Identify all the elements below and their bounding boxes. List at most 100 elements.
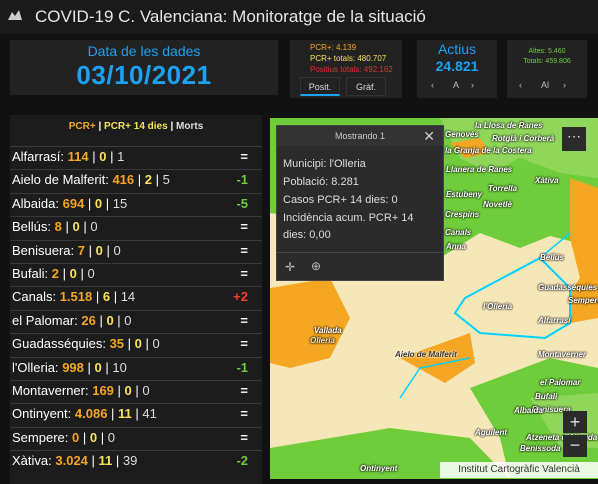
list-item[interactable]: Aielo de Malferit: 416 | 2 | 5 -1 (10, 169, 262, 189)
list-item-text: Canals: 1.518 | 6 | 14 (12, 287, 135, 307)
list-item-text: Bellús: 8 | 0 | 0 (12, 217, 98, 237)
pcr14-value: 0 (89, 429, 98, 445)
zoom-out-button[interactable]: − (563, 435, 587, 457)
app-header: COVID-19 C. Valenciana: Monitoratge de l… (0, 0, 598, 34)
zoom-to-icon[interactable]: ⊕ (311, 259, 321, 273)
tab-positius[interactable]: Posit. (300, 77, 340, 96)
list-item[interactable]: Alfarrasí: 114 | 0 | 1 = (10, 146, 262, 166)
trend-indicator: +2 (233, 289, 248, 305)
separator: | (61, 219, 73, 235)
pcr14-value: 0 (94, 359, 102, 375)
municipality-name: el Palomar: (12, 312, 78, 328)
list-item[interactable]: Xàtiva: 3.024 | 11 | 39 -2 (10, 450, 262, 470)
list-item-text: Ontinyent: 4.086 | 11 | 41 (12, 404, 157, 424)
header-sep: | (95, 121, 105, 132)
list-item[interactable]: Sempere: 0 | 0 | 0 = (10, 426, 262, 448)
pcr-value: 169 (92, 383, 114, 398)
pcr-value: 2 (51, 266, 59, 281)
actius-panel: Actius 24.821 ‹ A › (417, 40, 497, 98)
pcr-value: 694 (62, 195, 85, 211)
morts-value: 39 (122, 453, 138, 469)
list-item[interactable]: Bellús: 8 | 0 | 0 = (10, 216, 262, 236)
trend-indicator: = (240, 429, 248, 445)
separator: | (79, 429, 90, 445)
list-item[interactable]: Benisuera: 7 | 0 | 0 = (10, 239, 262, 260)
actius-pager: ‹ A › (431, 80, 491, 96)
list-item-text: Sempere: 0 | 0 | 0 (12, 428, 115, 448)
morts-value: 0 (107, 429, 115, 445)
municipality-name: Bellús: (12, 219, 52, 235)
altes-pager: ‹ Al › (519, 80, 579, 96)
list-item[interactable]: Canals: 1.518 | 6 | 14 +2 (10, 286, 262, 306)
list-header: PCR+ | PCR+ 14 dies | Morts (10, 121, 262, 132)
pcr14-value: 6 (102, 289, 111, 305)
separator: | (97, 429, 108, 445)
pcr-value: 35 (109, 336, 125, 352)
pcr-value: 1.518 (59, 289, 93, 305)
pcr14-value: 11 (118, 406, 132, 422)
separator: | (76, 266, 88, 281)
list-item[interactable]: Bufali: 2 | 0 | 0 = (10, 263, 262, 283)
zoom-in-button[interactable]: + (563, 411, 587, 433)
popup-municipi: Municipi: l'Olleria (283, 158, 366, 170)
separator: | (113, 312, 125, 328)
trend-indicator: = (240, 383, 248, 398)
municipality-name: Bufali: (12, 266, 49, 281)
pcr-plus-value: PCR+: 4.139 (310, 43, 357, 52)
list-item[interactable]: Ontinyent: 4.086 | 11 | 41 = (10, 403, 262, 423)
separator: | (131, 406, 143, 422)
more-options-icon[interactable]: ⋯ (562, 127, 586, 151)
separator: | (84, 195, 95, 211)
map-label: Vallada (314, 326, 342, 335)
list-item[interactable]: Albaida: 694 | 0 | 15 -5 (10, 192, 262, 213)
list-item[interactable]: l'Olleria: 998 | 0 | 10 -1 (10, 356, 262, 377)
separator: | (85, 242, 96, 258)
separator: | (131, 383, 143, 398)
separator: | (59, 266, 70, 281)
trend-indicator: = (240, 406, 248, 422)
separator: | (124, 336, 135, 352)
date-panel: Data de les dades 03/10/2021 (10, 40, 278, 95)
date-value: 03/10/2021 (76, 60, 212, 90)
morts-value: 0 (90, 219, 98, 235)
pan-icon[interactable]: ✛ (285, 260, 295, 274)
separator: | (101, 359, 113, 375)
popup-incidencia-value: dies: 0,00 (283, 229, 331, 241)
chevron-left-icon[interactable]: ‹ (431, 80, 434, 90)
map-label: Alfarrasí (538, 316, 571, 325)
separator: | (141, 336, 153, 352)
map-label: Bellús (540, 253, 565, 262)
feature-popup: Mostrando 1 ✕ Municipi: l'Olleria Poblac… (276, 125, 444, 281)
trend-indicator: = (240, 266, 248, 281)
separator: | (95, 312, 107, 328)
popup-footer: ✛ ⊕ (277, 252, 443, 280)
map-label: Rotglà i Corberà (492, 134, 555, 143)
chevron-right-icon[interactable]: › (563, 80, 566, 90)
municipality-name: Albaida: (12, 195, 59, 211)
tab-grafic[interactable]: Gràf. (346, 77, 386, 96)
list-item-text: Montaverner: 169 | 0 | 0 (12, 381, 150, 401)
separator: | (113, 383, 125, 398)
list-item[interactable]: el Palomar: 26 | 0 | 0 = (10, 309, 262, 330)
page-title: COVID-19 C. Valenciana: Monitoratge de l… (35, 7, 426, 26)
close-icon[interactable]: ✕ (423, 128, 435, 145)
trend-indicator: = (240, 219, 248, 235)
header-morts: Morts (176, 121, 204, 132)
map-label: Crespins (445, 210, 480, 219)
chevron-left-icon[interactable]: ‹ (519, 80, 522, 90)
separator: | (87, 453, 99, 469)
pcr-value: 7 (77, 242, 86, 258)
pcr-value: 8 (54, 219, 62, 235)
pcr-value: 416 (112, 172, 135, 188)
actius-pager-label: A (453, 80, 460, 90)
list-item[interactable]: Montaverner: 169 | 0 | 0 = (10, 380, 262, 400)
map-label: l'Olleria (483, 302, 513, 311)
header-pcr14: PCR+ 14 dies (104, 121, 168, 132)
pcr-value: 4.086 (74, 406, 108, 422)
list-item[interactable]: Guadasséquies: 35 | 0 | 0 = (10, 333, 262, 353)
pcr14-value: 0 (106, 312, 114, 328)
header-pcr: PCR+ (68, 121, 96, 132)
chevron-right-icon[interactable]: › (471, 80, 474, 90)
map-label: Xàtiva (535, 176, 559, 185)
pcr14-value: 0 (95, 242, 103, 258)
